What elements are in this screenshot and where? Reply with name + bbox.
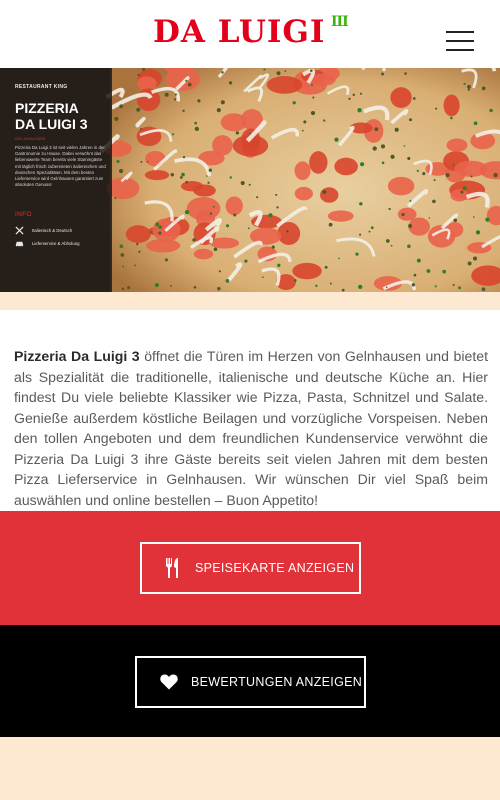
intro-body: öffnet die Türen im Herzen von Gelnhause…: [14, 348, 488, 508]
show-reviews-label: BEWERTUNGEN ANZEIGEN: [191, 675, 363, 689]
menu-section: SPEISEKARTE ANZEIGEN: [0, 511, 500, 625]
reviews-section: BEWERTUNGEN ANZEIGEN: [0, 625, 500, 737]
hero-banner: RESTAURANT KING PIZZERIA DA LUIGI 3 GELN…: [0, 68, 500, 292]
cutlery-icon: [15, 226, 24, 235]
panel-kicker: RESTAURANT KING: [15, 84, 68, 90]
hamburger-bar: [446, 49, 474, 51]
show-menu-label: SPEISEKARTE ANZEIGEN: [195, 561, 355, 575]
logo[interactable]: DA LUIGI III: [153, 14, 349, 54]
fork-knife-icon: [166, 558, 178, 578]
logo-text: DA LUIGI: [153, 14, 326, 50]
intro-brand: Pizzeria Da Luigi 3: [14, 348, 140, 365]
car-icon: [15, 241, 24, 248]
info-row-label: Lieferservice & Abholung: [32, 241, 80, 246]
show-menu-button[interactable]: SPEISEKARTE ANZEIGEN: [140, 542, 361, 594]
panel-description: Pizzeria Da Luigi 3 ist seit vielen Jahr…: [15, 145, 106, 188]
intro-text: Pizzeria Da Luigi 3 öffnet die Türen im …: [14, 346, 488, 510]
footer-cream-band: [0, 737, 500, 800]
show-reviews-button[interactable]: BEWERTUNGEN ANZEIGEN: [135, 656, 366, 708]
panel-title-line1: PIZZERIA: [15, 100, 79, 116]
panel-info-heading: INFO: [15, 211, 32, 218]
panel-title-line2: DA LUIGI 3: [15, 116, 88, 132]
cream-band: [0, 292, 500, 310]
info-row-label: Italienisch & Deutsch: [32, 228, 73, 233]
hamburger-bar: [446, 31, 474, 33]
logo-superscript: III: [331, 14, 349, 30]
hamburger-menu-icon[interactable]: [446, 31, 474, 51]
site-header: DA LUIGI III: [0, 0, 500, 69]
restaurant-info-panel: RESTAURANT KING PIZZERIA DA LUIGI 3 GELN…: [0, 68, 112, 292]
heart-icon: [160, 674, 178, 690]
hamburger-bar: [446, 40, 474, 42]
panel-city: GELNHAUSEN: [15, 136, 46, 141]
panel-title: PIZZERIA DA LUIGI 3: [15, 100, 88, 132]
